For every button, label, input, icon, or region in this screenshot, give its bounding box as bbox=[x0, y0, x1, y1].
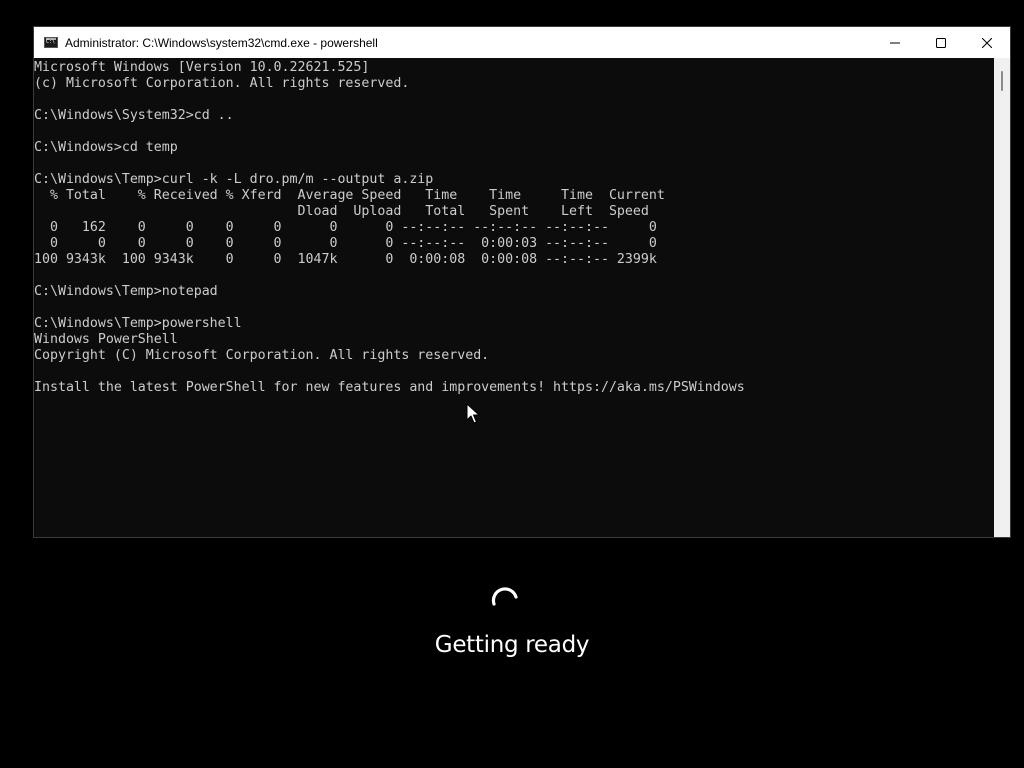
terminal-line: Windows PowerShell bbox=[34, 332, 178, 347]
cmd-window[interactable]: Administrator: C:\Windows\system32\cmd.e… bbox=[33, 26, 1011, 538]
terminal-line: Microsoft Windows [Version 10.0.22621.52… bbox=[34, 60, 370, 75]
terminal-output[interactable]: Microsoft Windows [Version 10.0.22621.52… bbox=[34, 58, 994, 537]
loading-spinner-icon bbox=[491, 587, 518, 606]
maximize-button[interactable] bbox=[918, 27, 964, 58]
terminal-line: (c) Microsoft Corporation. All rights re… bbox=[34, 76, 410, 91]
terminal-line: C:\Windows\System32>cd .. bbox=[34, 108, 234, 123]
status-message: Getting ready bbox=[434, 632, 590, 658]
window-controls bbox=[872, 27, 1010, 58]
maximize-icon bbox=[936, 37, 946, 48]
close-button[interactable] bbox=[964, 27, 1010, 58]
minimize-button[interactable] bbox=[872, 27, 918, 58]
terminal-line: Copyright (C) Microsoft Corporation. All… bbox=[34, 348, 490, 363]
title-bar[interactable]: Administrator: C:\Windows\system32\cmd.e… bbox=[34, 27, 1010, 58]
mouse-pointer-icon bbox=[466, 403, 480, 424]
terminal-line: C:\Windows\Temp>powershell bbox=[34, 316, 242, 331]
window-title: Administrator: C:\Windows\system32\cmd.e… bbox=[65, 35, 378, 50]
minimize-icon bbox=[890, 42, 900, 43]
terminal-line: C:\Windows\Temp>curl -k -L dro.pm/m --ou… bbox=[34, 172, 434, 187]
vertical-scrollbar[interactable] bbox=[994, 58, 1010, 537]
desktop-screen: Administrator: C:\Windows\system32\cmd.e… bbox=[0, 0, 1024, 768]
terminal-line: 100 9343k 100 9343k 0 0 1047k 0 0:00:08 … bbox=[34, 252, 657, 267]
close-icon bbox=[982, 37, 992, 48]
terminal-line: C:\Windows\Temp>notepad bbox=[34, 284, 218, 299]
terminal-line: C:\Windows>cd temp bbox=[34, 140, 178, 155]
terminal-line: 0 0 0 0 0 0 0 0 --:--:-- 0:00:03 --:--:-… bbox=[34, 236, 657, 251]
scrollbar-thumb[interactable] bbox=[1001, 71, 1003, 91]
terminal-text: Microsoft Windows [Version 10.0.22621.52… bbox=[34, 58, 994, 396]
terminal-line: 0 162 0 0 0 0 0 0 --:--:-- --:--:-- --:-… bbox=[34, 220, 657, 235]
cmd-icon bbox=[44, 37, 58, 48]
terminal-line: % Total % Received % Xferd Average Speed… bbox=[34, 188, 665, 203]
terminal-line: Dload Upload Total Spent Left Speed bbox=[34, 204, 649, 219]
terminal-line: Install the latest PowerShell for new fe… bbox=[34, 380, 745, 395]
